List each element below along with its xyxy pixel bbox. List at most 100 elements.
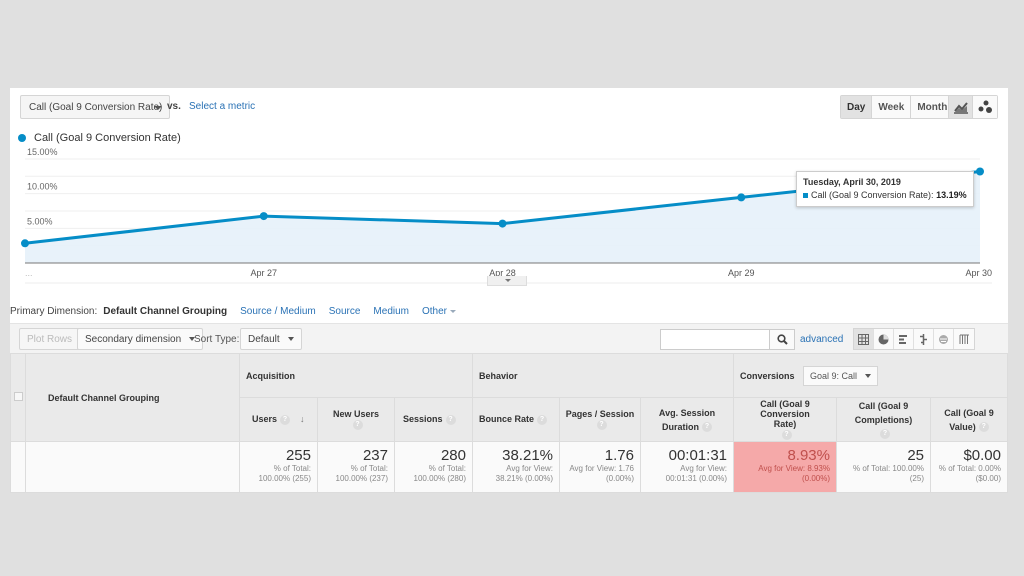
sort-type-select[interactable]: Default bbox=[240, 328, 302, 350]
totals-cell-completions: 25% of Total: 100.00% (25) bbox=[836, 441, 931, 493]
sort-type-value: Default bbox=[248, 334, 280, 345]
line-chart[interactable]: 5.00%10.00%15.00%... Apr 27 Apr 28 Apr 29 Ap… bbox=[10, 144, 1008, 284]
legend-label: Call (Goal 9 Conversion Rate) bbox=[34, 132, 181, 144]
chart-legend: Call (Goal 9 Conversion Rate) bbox=[18, 132, 181, 144]
dimension-column-header[interactable]: Default Channel Grouping bbox=[25, 353, 240, 442]
goal-select[interactable]: Goal 9: Call bbox=[803, 365, 879, 386]
y-tick-label: 5.00% bbox=[27, 216, 53, 226]
analytics-panel: Call (Goal 9 Conversion Rate) vs. Select… bbox=[10, 88, 1008, 493]
select-all-checkbox[interactable] bbox=[13, 392, 23, 401]
table-view-icon bbox=[858, 333, 869, 345]
tooltip-value: 13.19% bbox=[936, 190, 967, 200]
term-cloud-icon bbox=[939, 334, 948, 344]
total-value: 25 bbox=[907, 447, 924, 464]
column-label: Call (Goal 9 Conversion Rate) bbox=[760, 399, 810, 430]
help-icon[interactable]: ? bbox=[880, 429, 890, 440]
comparison-view-button[interactable] bbox=[914, 329, 934, 349]
table-view-group bbox=[853, 328, 975, 350]
help-icon[interactable]: ? bbox=[537, 414, 548, 425]
conversions-label: Conversions bbox=[740, 370, 795, 381]
data-point bbox=[976, 167, 984, 176]
y-tick-label: 10.00% bbox=[27, 182, 58, 192]
column-header-avg-session-duration[interactable]: Avg. Session Duration? bbox=[640, 397, 734, 442]
chart-type-group bbox=[948, 95, 998, 119]
column-header-conversion-rate[interactable]: Call (Goal 9 Conversion Rate)? bbox=[733, 397, 837, 442]
total-value: $0.00 bbox=[963, 447, 1001, 464]
plot-rows-button[interactable]: Plot Rows bbox=[19, 328, 81, 350]
total-sub: % of Total: 100.00% (237) bbox=[335, 464, 388, 483]
dimension-source-medium[interactable]: Source / Medium bbox=[240, 306, 316, 317]
primary-dimension-bar: Primary Dimension: Default Channel Group… bbox=[10, 306, 457, 317]
line-chart-icon bbox=[953, 102, 968, 114]
pivot-view-button[interactable] bbox=[954, 329, 974, 349]
column-header-sessions[interactable]: Sessions? bbox=[394, 397, 473, 442]
column-header-users[interactable]: Users? ↓ bbox=[239, 397, 318, 442]
column-label: Pages / Session bbox=[565, 409, 635, 420]
help-icon[interactable]: ? bbox=[702, 422, 712, 433]
total-value: 255 bbox=[285, 447, 311, 464]
goal-select-label: Goal 9: Call bbox=[810, 370, 858, 381]
pie-view-icon bbox=[878, 334, 889, 344]
motion-chart-button[interactable] bbox=[973, 96, 997, 118]
data-table: Default Channel Grouping Acquisition Beh… bbox=[10, 353, 1008, 493]
totals-cell-value: $0.00% of Total: 0.00% ($0.00) bbox=[930, 441, 1008, 493]
dimension-other[interactable]: Other bbox=[422, 306, 457, 317]
table-toolbar: Plot Rows Secondary dimension Sort Type:… bbox=[10, 323, 1008, 354]
help-icon[interactable]: ? bbox=[781, 429, 792, 440]
table-search-input[interactable] bbox=[660, 329, 770, 350]
totals-cell-avg-session-duration: 00:01:31 Avg for View: 00:01:31 (0.00%) bbox=[640, 441, 734, 493]
metric-select[interactable]: Call (Goal 9 Conversion Rate) bbox=[20, 95, 170, 119]
column-header-value[interactable]: Call (Goal 9 Value)? bbox=[930, 397, 1008, 442]
total-sub: Avg for View: 38.21% (0.00%) bbox=[495, 464, 553, 483]
column-label: Call (Goal 9 Completions) bbox=[854, 400, 913, 425]
dimension-other-label: Other bbox=[422, 306, 448, 317]
line-chart-button[interactable] bbox=[949, 96, 973, 118]
x-tick-label: Apr 29 bbox=[728, 268, 755, 278]
search-icon bbox=[776, 334, 788, 345]
range-week-button[interactable]: Week bbox=[872, 96, 912, 118]
acquisition-group-header: Acquisition bbox=[239, 353, 473, 398]
chevron-down-icon bbox=[154, 106, 162, 110]
performance-view-icon bbox=[899, 334, 907, 344]
select-metric-link[interactable]: Select a metric bbox=[189, 101, 255, 112]
performance-view-button[interactable] bbox=[894, 329, 914, 349]
column-header-bounce-rate[interactable]: Bounce Rate? bbox=[472, 397, 560, 442]
search-button[interactable] bbox=[770, 329, 795, 350]
metric-select-label: Call (Goal 9 Conversion Rate) bbox=[29, 102, 163, 113]
dimension-medium[interactable]: Medium bbox=[373, 306, 409, 317]
total-sub: % of Total: 100.00% (255) bbox=[258, 464, 311, 483]
x-tick-label: Apr 30 bbox=[965, 268, 992, 278]
column-header-new-users[interactable]: New Users? bbox=[317, 397, 395, 442]
help-icon[interactable]: ? bbox=[978, 422, 989, 433]
total-sub: Avg for View: 1.76 (0.00%) bbox=[569, 464, 634, 483]
dimension-default-channel-grouping[interactable]: Default Channel Grouping bbox=[103, 306, 227, 317]
total-value: 237 bbox=[362, 447, 388, 464]
legend-dot-icon bbox=[18, 134, 26, 142]
column-header-pages-session[interactable]: Pages / Session? bbox=[559, 397, 641, 442]
conversions-group-header: Conversions Goal 9: Call bbox=[733, 353, 1008, 398]
dimension-source[interactable]: Source bbox=[329, 306, 361, 317]
pie-view-button[interactable] bbox=[874, 329, 894, 349]
data-point bbox=[21, 239, 29, 248]
term-cloud-button[interactable] bbox=[934, 329, 954, 349]
chevron-down-icon bbox=[287, 337, 294, 342]
chart-expand-handle[interactable] bbox=[487, 276, 527, 286]
help-icon[interactable]: ? bbox=[596, 419, 607, 430]
range-day-button[interactable]: Day bbox=[841, 96, 873, 118]
help-icon[interactable]: ? bbox=[445, 414, 456, 425]
column-header-completions[interactable]: Call (Goal 9 Completions)? bbox=[836, 397, 931, 442]
totals-dimension-cell bbox=[25, 441, 240, 493]
secondary-dimension-select[interactable]: Secondary dimension bbox=[77, 328, 204, 350]
table-view-button[interactable] bbox=[854, 329, 874, 349]
help-icon[interactable]: ? bbox=[280, 414, 291, 425]
total-sub: Avg for View: 8.93% (0.00%) bbox=[758, 464, 830, 483]
totals-cell-pages-session: 1.76 Avg for View: 1.76 (0.00%) bbox=[559, 441, 641, 493]
totals-cell-new-users: 237% of Total: 100.00% (237) bbox=[317, 441, 395, 493]
help-icon[interactable]: ? bbox=[352, 419, 363, 430]
total-value: 280 bbox=[440, 447, 466, 464]
chevron-down-icon bbox=[865, 374, 872, 379]
advanced-filter-link[interactable]: advanced bbox=[800, 334, 843, 345]
select-all-cell bbox=[10, 353, 26, 442]
range-month-button[interactable]: Month bbox=[911, 96, 954, 118]
tooltip-metric: Call (Goal 9 Conversion Rate): bbox=[811, 190, 934, 200]
